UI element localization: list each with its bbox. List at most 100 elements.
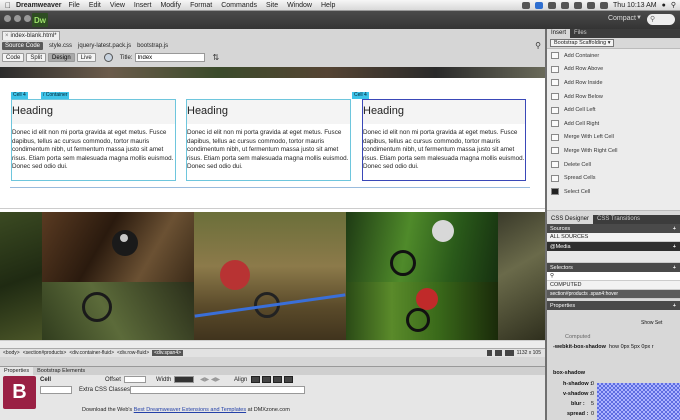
properties-header[interactable]: Properties +: [547, 301, 680, 310]
tray-app-icon[interactable]: [522, 1, 531, 9]
spotlight-icon[interactable]: ⚲: [671, 1, 676, 9]
battery-icon[interactable]: [600, 1, 609, 9]
close-tab-icon[interactable]: ×: [5, 33, 9, 39]
spread-value[interactable]: 0: [591, 411, 594, 417]
menu-site[interactable]: Site: [266, 2, 278, 9]
horizontal-scrollbar[interactable]: [0, 340, 545, 348]
grid-cell-1[interactable]: Heading Donec id elit non mi porta gravi…: [11, 99, 176, 181]
tag-section[interactable]: <section#products>: [23, 350, 67, 356]
show-set-checkbox[interactable]: Show Set: [641, 320, 662, 326]
document-tab[interactable]: × index-blank.html*: [2, 31, 60, 40]
extra-css-input[interactable]: [130, 386, 305, 394]
offset-select[interactable]: [124, 376, 146, 383]
add-cell-left-item[interactable]: Add Cell Left: [547, 103, 680, 117]
user-icon[interactable]: ●: [662, 2, 666, 9]
tray-cloud-icon[interactable]: [548, 1, 557, 9]
color-picker-swatch[interactable]: [597, 383, 680, 420]
add-row-inside-item[interactable]: Add Row Inside: [547, 76, 680, 90]
apple-icon[interactable]: : [2, 1, 14, 10]
related-file-jquery[interactable]: jquery-latest.pack.js: [78, 43, 131, 49]
align-justify-icon[interactable]: [284, 376, 293, 383]
related-file-style[interactable]: style.css: [49, 43, 72, 49]
menu-view[interactable]: View: [110, 2, 125, 9]
merge-left-item[interactable]: Merge With Left Cell: [547, 131, 680, 145]
add-selector-icon[interactable]: +: [673, 265, 680, 271]
cell-label-selected[interactable]: Cell 4: [352, 92, 369, 99]
desktop-size-icon[interactable]: [504, 350, 514, 356]
add-media-icon[interactable]: +: [673, 244, 680, 250]
tablet-size-icon[interactable]: [494, 350, 502, 356]
title-input[interactable]: [134, 53, 205, 62]
chevron-down-icon[interactable]: ▼: [636, 15, 642, 21]
add-cell-right-item[interactable]: Add Cell Right: [547, 117, 680, 131]
volume-icon[interactable]: [587, 1, 596, 9]
offset-arrows-icon[interactable]: ◀▶ ◀▶: [200, 376, 220, 383]
tab-properties[interactable]: Properties: [0, 367, 34, 375]
media-header[interactable]: @Media +: [547, 242, 680, 251]
add-source-icon[interactable]: +: [673, 226, 680, 232]
delete-cell-item[interactable]: Delete Cell: [547, 158, 680, 172]
menu-commands[interactable]: Commands: [221, 2, 257, 9]
tag-row-fluid[interactable]: <div.row-fluid>: [117, 350, 149, 356]
h-shadow-value[interactable]: 0: [591, 381, 594, 387]
tag-body[interactable]: <body>: [3, 350, 20, 356]
tag-span4-selected[interactable]: <div.span4>: [152, 350, 184, 356]
menu-file[interactable]: File: [69, 2, 80, 9]
view-live-button[interactable]: Live: [76, 53, 96, 62]
menu-format[interactable]: Format: [190, 2, 212, 9]
element-id-field[interactable]: [40, 386, 72, 394]
selector-computed[interactable]: COMPUTED: [547, 281, 680, 290]
tab-css-designer[interactable]: CSS Designer: [547, 215, 594, 224]
menu-app-name[interactable]: Dreamweaver: [16, 2, 62, 9]
selector-filter-input[interactable]: ⚲: [547, 272, 680, 281]
view-split-button[interactable]: Split: [26, 53, 47, 62]
related-file-source[interactable]: Source Code: [2, 41, 44, 50]
filter-icon[interactable]: ⚲: [535, 41, 541, 50]
add-row-above-item[interactable]: Add Row Above: [547, 63, 680, 77]
window-close-button[interactable]: [4, 15, 11, 22]
menu-modify[interactable]: Modify: [160, 2, 181, 9]
v-shadow-value[interactable]: 0: [591, 391, 594, 397]
selectors-header[interactable]: Selectors +: [547, 263, 680, 272]
webkit-box-shadow-value[interactable]: how 0px 5px 0px r: [609, 344, 674, 350]
tab-insert[interactable]: Insert: [547, 29, 571, 38]
merge-right-item[interactable]: Merge With Right Cell: [547, 144, 680, 158]
related-file-bootstrap[interactable]: bootstrap.js: [137, 43, 168, 49]
grid-cell-3-selected[interactable]: Heading Donec id elit non mi porta gravi…: [362, 99, 526, 181]
design-view[interactable]: Cell 4 / Container Cell 4 Heading Donec …: [0, 67, 545, 348]
window-minimize-button[interactable]: [14, 15, 21, 22]
tray-bluetooth-icon[interactable]: [561, 1, 570, 9]
selector-hover-rule[interactable]: section#products .span4:hover: [547, 290, 680, 299]
tab-bootstrap-elements[interactable]: Bootstrap Elements: [33, 367, 89, 375]
help-search-input[interactable]: ⚲: [647, 14, 675, 25]
tray-dropbox-icon[interactable]: [535, 1, 544, 9]
align-right-icon[interactable]: [273, 376, 282, 383]
file-management-icon[interactable]: ⇅: [213, 53, 220, 62]
mobile-size-icon[interactable]: [486, 350, 492, 356]
grid-cell-2[interactable]: Heading Donec id elit non mi porta gravi…: [186, 99, 351, 181]
add-container-item[interactable]: Add Container: [547, 49, 680, 63]
view-design-button[interactable]: Design: [48, 53, 75, 62]
container-label[interactable]: / Container: [41, 92, 70, 99]
menu-insert[interactable]: Insert: [134, 2, 152, 9]
select-cell-item[interactable]: Select Cell: [547, 185, 680, 199]
add-property-icon[interactable]: +: [673, 303, 680, 309]
menu-window[interactable]: Window: [287, 2, 312, 9]
blur-value[interactable]: 5: [591, 401, 594, 407]
view-code-button[interactable]: Code: [2, 53, 25, 62]
add-row-below-item[interactable]: Add Row Below: [547, 90, 680, 104]
globe-icon[interactable]: [103, 53, 113, 62]
menu-help[interactable]: Help: [321, 2, 335, 9]
dmxzone-link[interactable]: Best Dreamweaver Extensions and Template…: [134, 407, 246, 413]
align-center-icon[interactable]: [262, 376, 271, 383]
cell-label[interactable]: Cell 4: [11, 92, 28, 99]
menu-edit[interactable]: Edit: [89, 2, 101, 9]
spread-cells-item[interactable]: Spread Cells: [547, 171, 680, 185]
tag-container-fluid[interactable]: <div.container-fluid>: [69, 350, 114, 356]
tab-css-transitions[interactable]: CSS Transitions: [593, 215, 644, 224]
sources-header[interactable]: Sources +: [547, 224, 680, 233]
all-sources-item[interactable]: ALL SOURCES: [547, 233, 680, 242]
wifi-icon[interactable]: [574, 1, 583, 9]
menu-clock[interactable]: Thu 10:13 AM: [613, 2, 657, 9]
window-zoom-button[interactable]: [24, 15, 31, 22]
